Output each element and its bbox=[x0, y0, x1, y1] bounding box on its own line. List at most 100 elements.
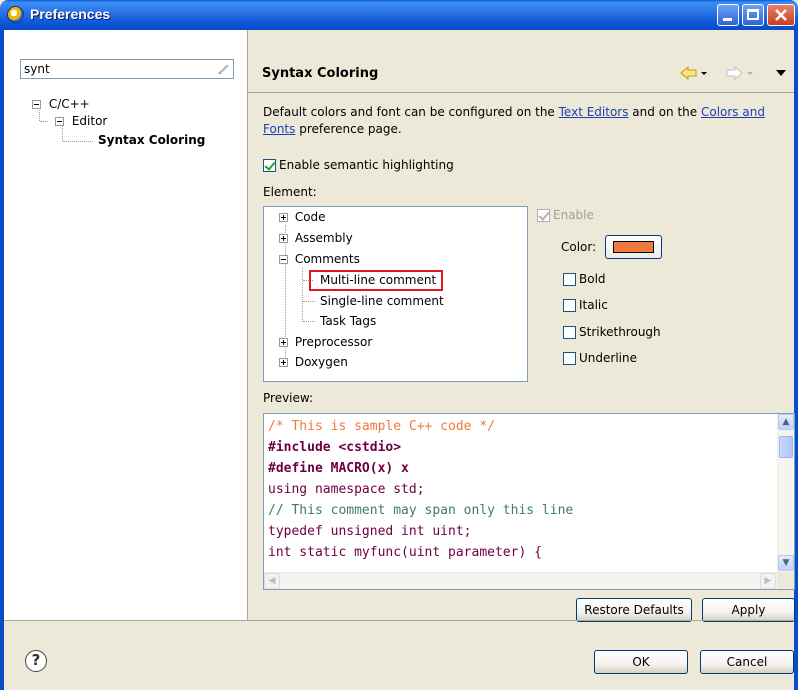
apply-button[interactable]: Apply bbox=[702, 598, 795, 622]
tree-item-cpp[interactable]: C/C++ bbox=[32, 97, 90, 111]
header-separator bbox=[248, 92, 794, 93]
tree-item-label: Syntax Coloring bbox=[98, 133, 206, 147]
back-button[interactable] bbox=[680, 65, 708, 84]
enable-checkbox bbox=[537, 209, 550, 222]
tree-guide bbox=[303, 321, 315, 322]
expand-icon[interactable] bbox=[279, 213, 288, 222]
bottom-separator bbox=[4, 620, 794, 621]
enable-label: Enable bbox=[553, 208, 594, 222]
strikethrough-checkbox[interactable] bbox=[563, 326, 576, 339]
pane-divider[interactable] bbox=[247, 30, 248, 620]
enable-semantic-checkbox-row[interactable]: Enable semantic highlighting bbox=[263, 158, 454, 172]
element-item-single-line-comment[interactable]: Single-line comment bbox=[320, 294, 444, 308]
title-bar[interactable]: Preferences bbox=[0, 0, 798, 30]
preview-pane[interactable]: /* This is sample C++ code */ #include <… bbox=[263, 413, 795, 590]
scroll-left-button[interactable]: ◀ bbox=[264, 573, 280, 589]
chevron-down-icon bbox=[776, 70, 786, 76]
scroll-up-button[interactable]: ▲ bbox=[778, 414, 794, 430]
element-item-preprocessor[interactable]: Preprocessor bbox=[279, 335, 372, 349]
ok-button[interactable]: OK bbox=[594, 650, 688, 674]
italic-checkbox[interactable] bbox=[563, 299, 576, 312]
color-label: Color: bbox=[561, 240, 597, 254]
expand-icon[interactable] bbox=[279, 358, 288, 367]
page-description: Default colors and font can be configure… bbox=[263, 104, 788, 138]
left-pane bbox=[4, 30, 247, 620]
code-line: // This comment may span only this line bbox=[268, 503, 574, 518]
color-picker-button[interactable] bbox=[605, 235, 662, 259]
code-line: /* This is sample C++ code */ bbox=[268, 419, 495, 434]
description-text: Default colors and font can be configure… bbox=[263, 105, 559, 119]
tree-guide bbox=[303, 301, 315, 302]
tree-item-syntax-coloring[interactable]: Syntax Coloring bbox=[98, 133, 205, 147]
window-title: Preferences bbox=[30, 6, 111, 22]
code-line: #define MACRO(x) x bbox=[268, 461, 409, 476]
help-icon[interactable]: ? bbox=[25, 650, 47, 672]
scroll-thumb[interactable] bbox=[779, 436, 793, 458]
forward-button[interactable] bbox=[726, 65, 754, 84]
underline-label: Underline bbox=[579, 351, 637, 365]
element-item-label: Single-line comment bbox=[320, 294, 444, 308]
element-item-doxygen[interactable]: Doxygen bbox=[279, 355, 348, 369]
horizontal-scrollbar[interactable]: ◀ ▶ bbox=[264, 572, 777, 589]
forward-arrow-icon bbox=[726, 65, 753, 81]
clear-filter-icon[interactable] bbox=[216, 62, 229, 75]
element-item-code[interactable]: Code bbox=[279, 210, 326, 224]
scroll-down-button[interactable]: ▼ bbox=[778, 555, 794, 571]
element-item-label: Preprocessor bbox=[294, 335, 373, 349]
element-label: Element: bbox=[263, 185, 317, 199]
element-item-task-tags[interactable]: Task Tags bbox=[320, 314, 376, 328]
view-menu-button[interactable] bbox=[774, 66, 788, 84]
scroll-right-button[interactable]: ▶ bbox=[760, 573, 776, 589]
strikethrough-label: Strikethrough bbox=[579, 325, 661, 339]
selection-highlight-box bbox=[309, 270, 443, 291]
underline-checkbox-row[interactable]: Underline bbox=[563, 351, 637, 365]
code-line: #include <cstdio> bbox=[268, 440, 402, 455]
element-item-comments[interactable]: Comments bbox=[279, 252, 360, 266]
page-title: Syntax Coloring bbox=[262, 66, 379, 81]
tree-item-label: Editor bbox=[71, 114, 108, 128]
enable-checkbox-row: Enable bbox=[537, 208, 594, 222]
expand-icon[interactable] bbox=[279, 234, 288, 243]
scroll-corner bbox=[777, 572, 794, 589]
cancel-button[interactable]: Cancel bbox=[700, 650, 794, 674]
close-icon bbox=[775, 9, 787, 21]
filter-input[interactable] bbox=[21, 60, 211, 78]
element-item-label: Doxygen bbox=[294, 355, 348, 369]
strikethrough-checkbox-row[interactable]: Strikethrough bbox=[563, 325, 661, 339]
maximize-button[interactable] bbox=[742, 4, 764, 26]
italic-label: Italic bbox=[579, 298, 608, 312]
description-text: preference page. bbox=[295, 122, 402, 136]
element-item-label: Code bbox=[294, 210, 326, 224]
tree-guide bbox=[302, 267, 303, 322]
preview-label: Preview: bbox=[263, 391, 314, 405]
window-border-right bbox=[794, 30, 798, 690]
description-text: and on the bbox=[628, 105, 701, 119]
restore-defaults-button[interactable]: Restore Defaults bbox=[576, 598, 692, 622]
code-line: using namespace std; bbox=[268, 482, 425, 497]
enable-semantic-label: Enable semantic highlighting bbox=[279, 158, 454, 172]
code-line: typedef unsigned int uint; bbox=[268, 524, 472, 539]
close-button[interactable] bbox=[767, 4, 795, 26]
italic-checkbox-row[interactable]: Italic bbox=[563, 298, 608, 312]
underline-checkbox[interactable] bbox=[563, 352, 576, 365]
text-editors-link[interactable]: Text Editors bbox=[559, 105, 629, 119]
vertical-scrollbar[interactable]: ▲ ▼ bbox=[777, 414, 794, 572]
tree-item-label: C/C++ bbox=[48, 97, 90, 111]
collapse-icon[interactable] bbox=[279, 255, 288, 264]
bold-checkbox-row[interactable]: Bold bbox=[563, 272, 606, 286]
code-line: int static myfunc(uint parameter) { bbox=[268, 545, 542, 560]
expand-icon[interactable] bbox=[279, 338, 288, 347]
element-item-label: Task Tags bbox=[320, 314, 377, 328]
enable-semantic-checkbox[interactable] bbox=[263, 159, 276, 172]
color-swatch bbox=[613, 241, 654, 253]
page-header: Syntax Coloring bbox=[248, 58, 794, 92]
minimize-button[interactable] bbox=[717, 4, 739, 26]
bold-checkbox[interactable] bbox=[563, 273, 576, 286]
eclipse-app-icon bbox=[7, 6, 24, 23]
element-item-label: Assembly bbox=[294, 231, 353, 245]
filter-field[interactable] bbox=[20, 59, 234, 79]
element-item-assembly[interactable]: Assembly bbox=[279, 231, 353, 245]
bold-label: Bold bbox=[579, 272, 606, 286]
element-item-label: Comments bbox=[294, 252, 360, 266]
back-arrow-icon bbox=[680, 65, 707, 81]
